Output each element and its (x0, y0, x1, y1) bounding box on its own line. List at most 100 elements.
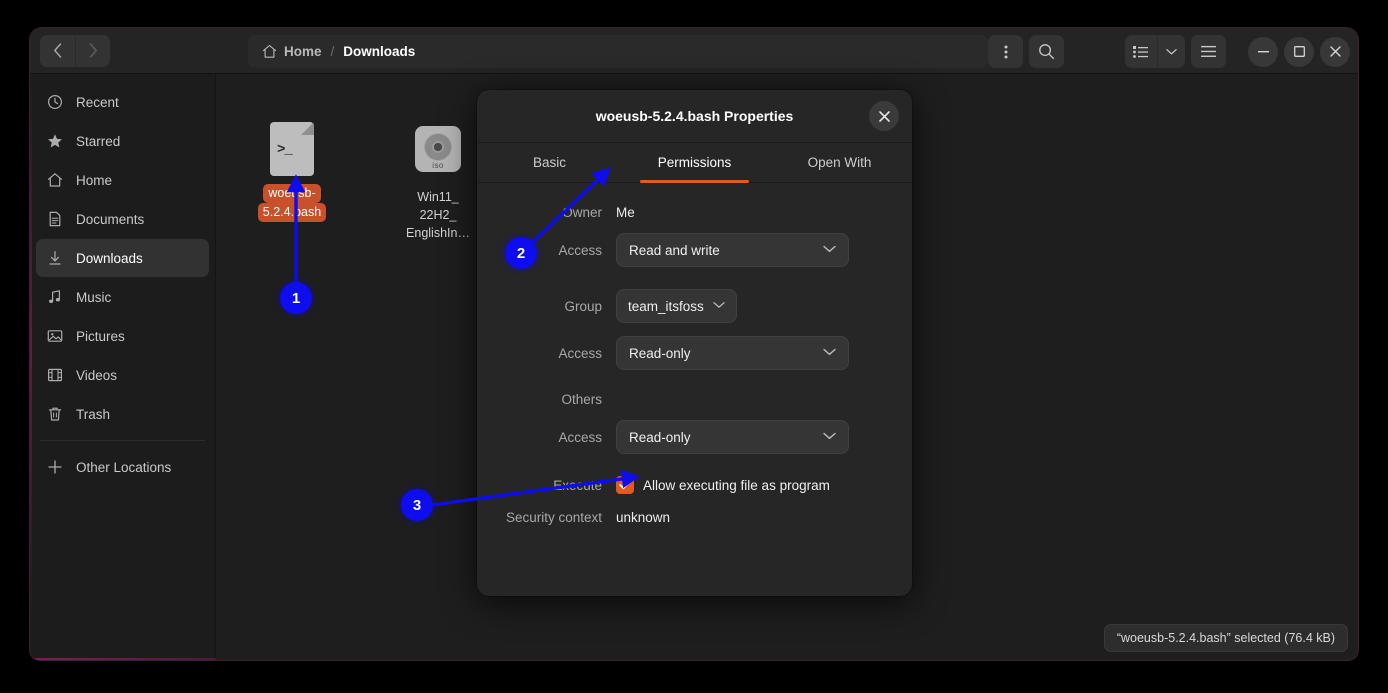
back-button[interactable] (40, 35, 75, 67)
trash-icon (46, 405, 64, 423)
sidebar-item-label: Home (76, 173, 112, 188)
terminal-prompt-glyph: >_ (277, 142, 292, 158)
plus-icon (46, 458, 64, 476)
group-access-row: Access Read-only (499, 336, 890, 370)
section-gap (499, 280, 890, 289)
execute-label: Execute (499, 478, 616, 493)
file-name: Win11_ 22H2_ EnglishIn… (392, 188, 484, 242)
owner-access-dropdown[interactable]: Read and write (616, 233, 849, 267)
hamburger-menu-icon (1200, 45, 1217, 58)
forward-button[interactable] (75, 35, 110, 67)
others-label: Others (499, 392, 616, 407)
annotation-marker-3: 3 (401, 489, 433, 521)
dialog-close-button[interactable] (869, 101, 899, 131)
home-icon (262, 44, 277, 59)
close-button[interactable] (1320, 37, 1350, 67)
list-view-icon (1133, 45, 1149, 59)
group-access-dropdown[interactable]: Read-only (616, 336, 849, 370)
dialog-tabs: Basic Permissions Open With (477, 143, 912, 183)
file-name-line: 5.2.4.bash (258, 203, 326, 222)
dialog-title: woeusb-5.2.4.bash Properties (596, 108, 794, 124)
others-access-label: Access (499, 430, 616, 445)
properties-dialog: woeusb-5.2.4.bash Properties Basic Permi… (477, 90, 912, 596)
others-row: Others (499, 392, 890, 407)
breadcrumb-home-label: Home (284, 44, 322, 59)
maximize-icon (1294, 46, 1305, 57)
sidebar-item-recent[interactable]: Recent (36, 83, 209, 121)
main-menu-button[interactable] (1191, 35, 1226, 68)
group-label: Group (499, 299, 616, 314)
execute-row: Execute Allow executing file as program (499, 476, 890, 494)
window-left-accent (30, 68, 32, 628)
minimize-button[interactable] (1248, 37, 1278, 67)
sidebar-item-other-locations[interactable]: Other Locations (36, 448, 209, 486)
sidebar-item-label: Downloads (76, 251, 143, 266)
execute-checkbox[interactable] (616, 476, 634, 494)
execute-checkbox-group[interactable]: Allow executing file as program (616, 476, 830, 494)
sidebar-item-music[interactable]: Music (36, 278, 209, 316)
others-access-dropdown[interactable]: Read-only (616, 420, 849, 454)
group-value: team_itsfoss (628, 299, 704, 314)
tab-basic[interactable]: Basic (477, 143, 622, 182)
chevron-right-icon (89, 43, 98, 58)
image-icon (46, 327, 64, 345)
owner-access-row: Access Read and write (499, 233, 890, 267)
breadcrumb-home[interactable]: Home (262, 44, 322, 59)
sidebar-item-label: Recent (76, 95, 119, 110)
breadcrumb: Home / Downloads (248, 35, 988, 68)
chevron-down-icon (823, 347, 836, 359)
file-item-script[interactable]: >_ woeusb- 5.2.4.bash (246, 122, 338, 222)
sidebar-item-label: Documents (76, 212, 144, 227)
overflow-menu-button[interactable] (988, 35, 1023, 68)
home-icon (46, 171, 64, 189)
group-access-label: Access (499, 346, 616, 361)
list-view-button[interactable] (1125, 35, 1157, 68)
breadcrumb-current[interactable]: Downloads (343, 44, 415, 59)
breadcrumb-separator: / (331, 44, 335, 59)
header-bar: Home / Downloads (30, 28, 1358, 74)
sidebar-item-label: Other Locations (76, 460, 171, 475)
sidebar-item-starred[interactable]: Starred (36, 122, 209, 160)
sidebar-item-downloads[interactable]: Downloads (36, 239, 209, 277)
header-right-controls (988, 35, 1350, 68)
sidebar-item-home[interactable]: Home (36, 161, 209, 199)
file-item-iso[interactable]: iso Win11_ 22H2_ EnglishIn… (392, 122, 484, 242)
view-mode-group (1125, 35, 1185, 68)
maximize-button[interactable] (1284, 37, 1314, 67)
clock-icon (46, 93, 64, 111)
group-dropdown[interactable]: team_itsfoss (616, 289, 737, 323)
download-icon (46, 249, 64, 267)
search-button[interactable] (1029, 35, 1064, 68)
section-gap (499, 383, 890, 392)
sidebar-item-pictures[interactable]: Pictures (36, 317, 209, 355)
search-icon (1038, 43, 1055, 60)
group-row: Group team_itsfoss (499, 289, 890, 323)
file-name-line: EnglishIn… (406, 226, 470, 240)
chevron-down-icon (823, 244, 836, 256)
sidebar-item-label: Pictures (76, 329, 125, 344)
iso-disc-icon: iso (414, 126, 462, 182)
screenshot-root: Home / Downloads (0, 0, 1388, 693)
navigation-buttons (40, 35, 110, 67)
check-icon (619, 480, 631, 490)
sidebar-item-videos[interactable]: Videos (36, 356, 209, 394)
sidebar-item-trash[interactable]: Trash (36, 395, 209, 433)
tab-permissions[interactable]: Permissions (622, 143, 767, 182)
close-icon (879, 111, 890, 122)
chevron-down-icon (713, 300, 725, 312)
security-context-label: Security context (499, 510, 616, 525)
view-options-button[interactable] (1157, 35, 1185, 68)
script-file-icon: >_ (268, 122, 316, 178)
owner-label: Owner (499, 205, 616, 220)
annotation-marker-1: 1 (280, 282, 312, 314)
others-access-row: Access Read-only (499, 420, 890, 454)
dialog-header: woeusb-5.2.4.bash Properties (477, 90, 912, 143)
sidebar-item-documents[interactable]: Documents (36, 200, 209, 238)
owner-row: Owner Me (499, 205, 890, 220)
permissions-panel: Owner Me Access Read and write Group tea… (477, 183, 912, 525)
document-icon (46, 210, 64, 228)
tab-open-with[interactable]: Open With (767, 143, 912, 182)
owner-access-value: Read and write (629, 243, 720, 258)
chevron-down-icon (823, 431, 836, 443)
chevron-down-icon (1166, 48, 1177, 56)
